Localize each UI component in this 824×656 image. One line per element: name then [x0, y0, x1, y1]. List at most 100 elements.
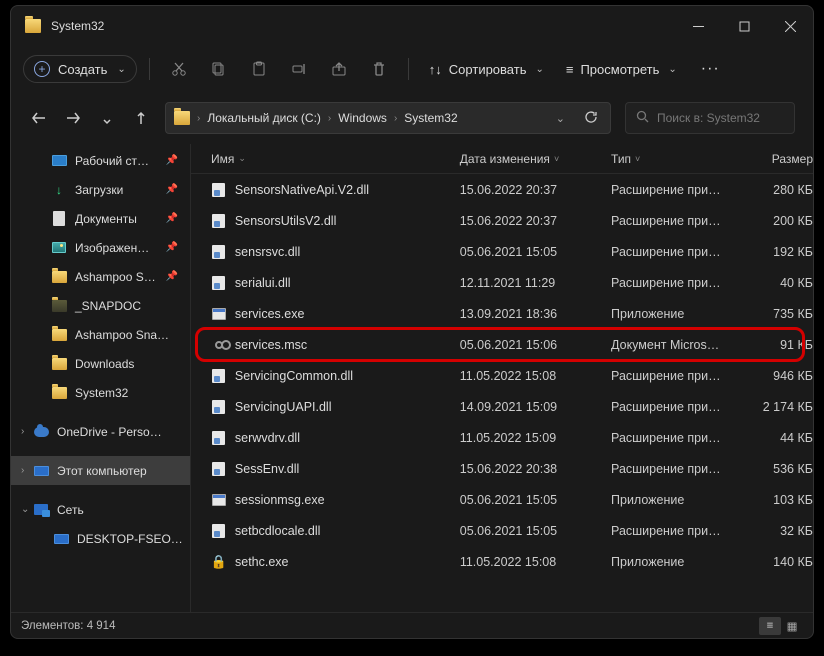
sidebar-item[interactable]: ↓Загрузки📌: [11, 175, 190, 204]
file-icon: [211, 461, 227, 477]
sidebar-item[interactable]: Рабочий ст…📌: [11, 146, 190, 175]
file-type: Приложение: [611, 307, 755, 321]
file-row[interactable]: SessEnv.dll 15.06.2022 20:38 Расширение …: [191, 453, 813, 484]
sort-button[interactable]: ↑↓ Сортировать ⌄: [421, 57, 552, 82]
more-button[interactable]: ···: [691, 60, 730, 78]
breadcrumb[interactable]: › Локальный диск (C:) › Windows › System…: [165, 102, 611, 134]
recent-button[interactable]: [97, 108, 117, 128]
view-icon: ≡: [566, 62, 574, 77]
breadcrumb-item[interactable]: Локальный диск (C:): [203, 111, 325, 125]
toolbar: + Создать ⌄ ↑↓ Сортировать ⌄ ≡ Просмотре…: [11, 46, 813, 92]
sidebar-network[interactable]: ⌄Сеть: [11, 495, 190, 524]
sidebar-item[interactable]: Downloads: [11, 349, 190, 378]
col-type[interactable]: Тип˅: [611, 152, 755, 166]
file-size: 200 КБ: [755, 214, 813, 228]
file-row[interactable]: sensrsvc.dll 05.06.2021 15:05 Расширение…: [191, 236, 813, 267]
cut-button[interactable]: [162, 53, 196, 85]
share-button[interactable]: [322, 53, 356, 85]
file-row[interactable]: setbcdlocale.dll 05.06.2021 15:05 Расшир…: [191, 515, 813, 546]
file-date: 11.05.2022 15:09: [460, 431, 611, 445]
sidebar-icon: [51, 385, 67, 401]
refresh-button[interactable]: [576, 110, 606, 127]
paste-button[interactable]: [242, 53, 276, 85]
file-icon: [211, 430, 227, 446]
file-date: 11.05.2022 15:08: [460, 369, 611, 383]
up-button[interactable]: [131, 108, 151, 128]
file-row[interactable]: ServicingCommon.dll 11.05.2022 15:08 Рас…: [191, 360, 813, 391]
file-name: SessEnv.dll: [235, 462, 460, 476]
file-row[interactable]: serialui.dll 12.11.2021 11:29 Расширение…: [191, 267, 813, 298]
search-input[interactable]: Поиск в: System32: [625, 102, 795, 134]
back-button[interactable]: [29, 108, 49, 128]
file-row[interactable]: 🔒 sethc.exe 11.05.2022 15:08 Приложение …: [191, 546, 813, 577]
details-view-button[interactable]: ≡: [759, 617, 781, 635]
copy-button[interactable]: [202, 53, 236, 85]
sidebar-onedrive[interactable]: ›OneDrive - Perso…: [11, 417, 190, 446]
sidebar-item[interactable]: Изображен…📌: [11, 233, 190, 262]
file-date: 15.06.2022 20:37: [460, 214, 611, 228]
chevron-down-icon: ⌄: [21, 504, 29, 515]
tiles-view-button[interactable]: ▦: [781, 617, 803, 635]
pc-icon: [53, 531, 69, 547]
file-name: sensrsvc.dll: [235, 245, 460, 259]
chevron-right-icon: ›: [197, 113, 200, 124]
sidebar-icon: [51, 356, 67, 372]
sidebar-icon: [51, 298, 67, 314]
file-row[interactable]: services.exe 13.09.2021 18:36 Приложение…: [191, 298, 813, 329]
chevron-down-icon[interactable]: ⌄: [548, 112, 573, 125]
forward-button[interactable]: [63, 108, 83, 128]
file-row[interactable]: SensorsNativeApi.V2.dll 15.06.2022 20:37…: [191, 174, 813, 205]
pin-icon: 📌: [166, 155, 178, 166]
file-date: 05.06.2021 15:05: [460, 524, 611, 538]
file-size: 91 КБ: [755, 338, 813, 352]
file-size: 44 КБ: [755, 431, 813, 445]
col-size[interactable]: Размер: [755, 152, 813, 166]
delete-button[interactable]: [362, 53, 396, 85]
sidebar-item[interactable]: Ashampoo S…📌: [11, 262, 190, 291]
file-name: serialui.dll: [235, 276, 460, 290]
chevron-down-icon: ⌄: [117, 64, 125, 75]
sidebar-item[interactable]: Ashampoo Sna…: [11, 320, 190, 349]
file-row[interactable]: serwvdrv.dll 11.05.2022 15:09 Расширение…: [191, 422, 813, 453]
breadcrumb-item[interactable]: Windows: [334, 111, 391, 125]
sidebar-network-host[interactable]: DESKTOP-FSEO…: [11, 524, 190, 553]
file-row[interactable]: sessionmsg.exe 05.06.2021 15:05 Приложен…: [191, 484, 813, 515]
divider: [149, 58, 150, 80]
sidebar-item[interactable]: _SNAPDOC: [11, 291, 190, 320]
file-size: 536 КБ: [755, 462, 813, 476]
view-button[interactable]: ≡ Просмотреть ⌄: [558, 57, 685, 82]
cloud-icon: [33, 424, 49, 440]
pin-icon: 📌: [166, 242, 178, 253]
col-date[interactable]: Дата изменения˅: [460, 152, 611, 166]
file-date: 05.06.2021 15:05: [460, 245, 611, 259]
file-name: services.msc: [235, 338, 460, 352]
sort-icon: ↑↓: [429, 62, 442, 77]
close-button[interactable]: [767, 6, 813, 46]
rename-button[interactable]: [282, 53, 316, 85]
file-type: Расширение при…: [611, 431, 755, 445]
file-list: SensorsNativeApi.V2.dll 15.06.2022 20:37…: [191, 174, 813, 612]
file-icon: [211, 368, 227, 384]
sidebar-item[interactable]: System32: [11, 378, 190, 407]
maximize-button[interactable]: [721, 6, 767, 46]
sidebar-icon: [51, 327, 67, 343]
address-bar: › Локальный диск (C:) › Windows › System…: [11, 92, 813, 144]
sidebar-this-pc[interactable]: ›Этот компьютер: [11, 456, 190, 485]
item-count-label: Элементов:: [21, 620, 83, 632]
sidebar-icon: [51, 153, 67, 169]
breadcrumb-item[interactable]: System32: [400, 111, 461, 125]
file-date: 05.06.2021 15:06: [460, 338, 611, 352]
minimize-button[interactable]: [675, 6, 721, 46]
new-button[interactable]: + Создать ⌄: [23, 55, 137, 83]
file-row[interactable]: ServicingUAPI.dll 14.09.2021 15:09 Расши…: [191, 391, 813, 422]
file-type: Приложение: [611, 555, 755, 569]
file-icon: [211, 337, 227, 353]
file-row[interactable]: SensorsUtilsV2.dll 15.06.2022 20:37 Расш…: [191, 205, 813, 236]
col-name[interactable]: Имя⌄: [211, 152, 460, 166]
sidebar-item[interactable]: Документы📌: [11, 204, 190, 233]
file-row[interactable]: services.msc 05.06.2021 15:06 Документ M…: [191, 329, 813, 360]
column-header: Имя⌄ Дата изменения˅ Тип˅ Размер: [191, 144, 813, 174]
file-size: 735 КБ: [755, 307, 813, 321]
chevron-down-icon: ⌄: [668, 64, 676, 75]
chevron-right-icon: ›: [394, 113, 397, 124]
